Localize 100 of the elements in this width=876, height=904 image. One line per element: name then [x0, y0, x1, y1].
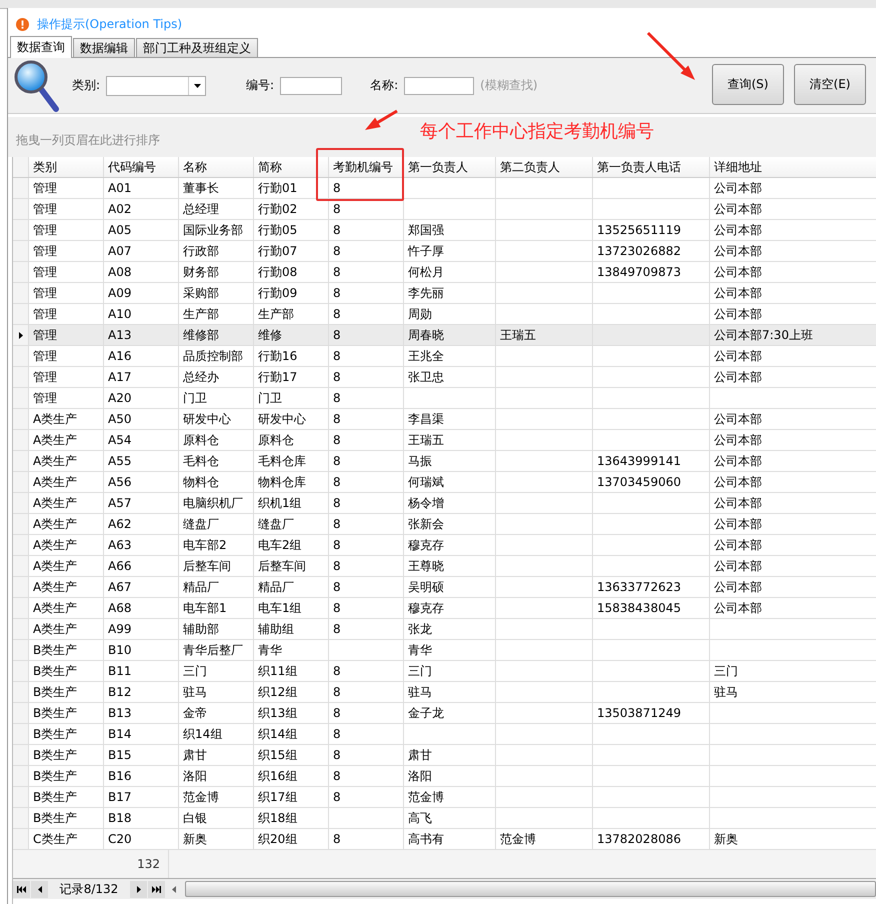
table-row[interactable]: A类生产 A68 电车部1 电车1组 8 穆克存 15838438045 公司本部	[13, 598, 876, 619]
input-field[interactable]	[404, 76, 474, 94]
tab[interactable]: 数据查询	[10, 36, 72, 58]
table-cell: B类生产	[33, 643, 78, 657]
column-header[interactable]: 名称	[179, 157, 254, 177]
table-row[interactable]: A类生产 A62 缝盘厂 缝盘厂 8 张新会 公司本部	[13, 514, 876, 535]
table-cell: B类生产	[33, 748, 78, 762]
column-header[interactable]: 第一负责人电话	[593, 157, 710, 177]
table-cell: 管理	[33, 286, 57, 300]
table-cell: 公司本部	[714, 265, 762, 279]
table-row[interactable]: B类生产 B11 三门 织11组 8 三门 三门	[13, 661, 876, 682]
table-cell: 马振	[408, 454, 432, 468]
column-header[interactable]: 类别	[29, 157, 104, 177]
table-cell: B类生产	[33, 727, 78, 741]
table-cell: 公司本部	[714, 496, 762, 510]
last-record-button[interactable]	[148, 880, 165, 898]
table-row[interactable]: B类生产 B12 驻马 织12组 8 驻马 驻马	[13, 682, 876, 703]
table-row[interactable]: 管理 A07 行政部 行勤07 8 忤子厚 13723026882 公司本部	[13, 241, 876, 262]
table-row[interactable]: A类生产 A55 毛料仓 毛料仓库 8 马振 13643999141 公司本部	[13, 451, 876, 472]
column-header[interactable]: 代码编号	[104, 157, 179, 177]
table-cell: B类生产	[33, 811, 78, 825]
table-cell: 8	[333, 685, 341, 699]
table-cell: A50	[108, 412, 132, 426]
table-cell: 原料仓	[258, 433, 294, 447]
table-cell: 公司本部	[714, 202, 762, 216]
table-row[interactable]: A类生产 A57 电脑织机厂 织机1组 8 杨令增 公司本部	[13, 493, 876, 514]
table-row[interactable]: B类生产 B10 青华后整厂 青华 青华	[13, 640, 876, 661]
tab[interactable]: 部门工种及班组定义	[136, 38, 258, 57]
table-cell: B15	[108, 748, 132, 762]
first-record-button[interactable]	[13, 880, 30, 898]
table-cell: 董事长	[183, 181, 219, 195]
table-cell: 公司本部	[714, 286, 762, 300]
table-cell: 张龙	[408, 622, 432, 636]
table-cell: B12	[108, 685, 132, 699]
action-button[interactable]: 清空(E)	[794, 64, 866, 105]
table-cell: 行勤02	[258, 202, 298, 216]
table-cell: 精品厂	[258, 580, 294, 594]
row-indicator[interactable]	[13, 325, 29, 345]
table-row[interactable]: 管理 A05 国际业务部 行勤05 8 郑国强 13525651119 公司本部	[13, 220, 876, 241]
column-header[interactable]: 简称	[254, 157, 329, 177]
table-cell: A01	[108, 181, 132, 195]
table-row[interactable]: B类生产 B17 范金博 织17组 8 范金博	[13, 787, 876, 808]
column-header[interactable]: 第二负责人	[496, 157, 593, 177]
row-pointer-icon	[18, 332, 22, 338]
table-row[interactable]: 管理 A01 董事长 行勤01 8 公司本部	[13, 178, 876, 199]
table-row[interactable]: B类生产 B14 织14组 织14组 8	[13, 724, 876, 745]
previous-record-button[interactable]	[31, 880, 48, 898]
table-cell: 驻马	[408, 685, 432, 699]
table-cell: 三门	[714, 664, 738, 678]
next-icon	[136, 886, 140, 892]
next-record-button[interactable]	[130, 880, 147, 898]
table-cell: A类生产	[33, 538, 78, 552]
table-row[interactable]: A类生产 A66 后整车间 后整车间 8 王尊晓 公司本部	[13, 556, 876, 577]
action-button[interactable]: 查询(S)	[712, 64, 784, 105]
table-row[interactable]: A类生产 A99 辅助部 辅助组 8 张龙	[13, 619, 876, 640]
table-cell: 王兆全	[408, 349, 444, 363]
table-cell: 织15组	[258, 748, 298, 762]
table-row[interactable]: B类生产 B15 肃甘 织15组 8 肃甘	[13, 745, 876, 766]
table-row[interactable]: 管理 A09 采购部 行勤09 8 李先丽 公司本部	[13, 283, 876, 304]
table-cell: 生产部	[183, 307, 219, 321]
table-cell: 李昌渠	[408, 412, 444, 426]
table-row[interactable]: 管理 A17 总经办 行勤17 8 张卫忠 公司本部	[13, 367, 876, 388]
table-row[interactable]: A类生产 A56 物料仓 物料仓库 8 何瑞斌 13703459060 公司本部	[13, 472, 876, 493]
table-row[interactable]: 管理 A02 总经理 行勤02 8 公司本部	[13, 199, 876, 220]
table-row[interactable]: 管理 A08 财务部 行勤08 8 何松月 13849709873 公司本部	[13, 262, 876, 283]
table-cell: 白银	[183, 811, 207, 825]
input-field[interactable]	[280, 76, 342, 94]
table-cell: 国际业务部	[183, 223, 243, 237]
table-cell: 采购部	[183, 286, 219, 300]
table-row[interactable]: A类生产 A54 原料仓 原料仓 8 王瑞五 公司本部	[13, 430, 876, 451]
column-header[interactable]: 考勤机编号	[329, 157, 404, 177]
tab[interactable]: 数据编辑	[73, 38, 135, 57]
table-row[interactable]: B类生产 B18 白银 织18组 高飞	[13, 808, 876, 829]
table-cell: 行政部	[183, 244, 219, 258]
table-cell: 织机1组	[258, 496, 302, 510]
table-cell: A类生产	[33, 517, 78, 531]
table-row[interactable]: A类生产 A50 研发中心 研发中心 8 李昌渠 公司本部	[13, 409, 876, 430]
table-cell: B10	[108, 643, 132, 657]
table-cell: 高书有	[408, 832, 444, 846]
column-header[interactable]: 第一负责人	[404, 157, 496, 177]
table-cell: A13	[108, 328, 132, 342]
annotation-text: 每个工作中心指定考勤机编号	[420, 120, 654, 143]
table-cell: 织11组	[258, 664, 298, 678]
table-row[interactable]: B类生产 B16 洛阳 织16组 8 洛阳	[13, 766, 876, 787]
table-row[interactable]: 管理 A20 门卫 门卫 8	[13, 388, 876, 409]
table-row[interactable]: B类生产 B13 金帝 织13组 8 金子龙 13503871249	[13, 703, 876, 724]
table-cell: A66	[108, 559, 132, 573]
table-cell: 洛阳	[183, 769, 207, 783]
table-cell: 8	[333, 769, 341, 783]
table-row[interactable]: 管理 A13 维修部 维修 8 周春晓 王瑞五 公司本部7:30上班	[13, 325, 876, 346]
category-dropdown[interactable]	[106, 76, 206, 96]
table-cell: 8	[333, 790, 341, 804]
table-cell: 织13组	[258, 706, 298, 720]
table-cell: 三门	[408, 664, 432, 678]
table-cell: 管理	[33, 202, 57, 216]
table-row[interactable]: 管理 A16 品质控制部 行勤16 8 王兆全 公司本部	[13, 346, 876, 367]
column-header[interactable]: 详细地址	[710, 157, 876, 177]
table-cell: 公司本部	[714, 475, 762, 489]
table-row[interactable]: A类生产 A63 电车部2 电车2组 8 穆克存 公司本部	[13, 535, 876, 556]
table-row[interactable]: A类生产 A67 精品厂 精品厂 8 吴明硕 13633772623 公司本部	[13, 577, 876, 598]
